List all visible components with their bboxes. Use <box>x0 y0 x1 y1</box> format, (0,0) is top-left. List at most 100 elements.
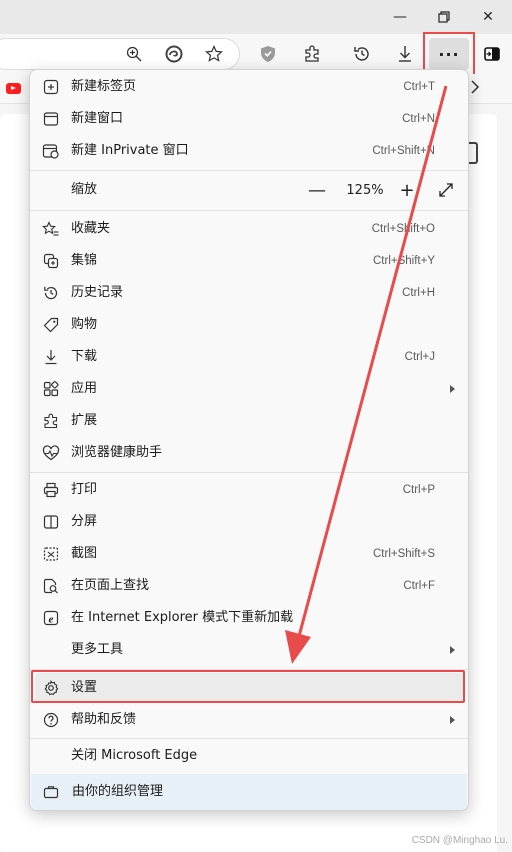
fullscreen-button[interactable] <box>435 179 457 201</box>
sidebar-icon[interactable] <box>478 40 506 68</box>
menu-item-ie-mode[interactable]: e 在 Internet Explorer 模式下重新加载 <box>35 603 465 633</box>
submenu-arrow-icon <box>450 646 455 654</box>
menu-item-favorites[interactable]: 收藏夹 Ctrl+Shift+O <box>35 214 465 244</box>
fullscreen-icon <box>439 183 453 197</box>
org-managed-label: 由你的组织管理 <box>72 784 164 799</box>
menu-item-close-edge[interactable]: 关闭 Microsoft Edge <box>35 741 465 771</box>
heart-pulse-icon <box>41 443 61 463</box>
zoom-in-button[interactable]: + <box>395 179 419 201</box>
menu-item-label: 关闭 Microsoft Edge <box>71 748 198 763</box>
chevron-right-icon[interactable] <box>470 80 480 98</box>
menu-item-shortcut: Ctrl+Shift+S <box>373 548 435 560</box>
zoom-icon[interactable] <box>120 40 148 68</box>
menu-item-shortcut: Ctrl+Shift+O <box>371 223 435 235</box>
menu-item-collections[interactable]: 集锦 Ctrl+Shift+Y <box>35 246 465 276</box>
menu-item-label: 更多工具 <box>71 642 124 657</box>
menu-item-shortcut: Ctrl+N <box>402 113 435 125</box>
menu-item-label: 购物 <box>71 317 98 332</box>
new-tab-icon <box>41 77 61 97</box>
menu-item-label: 截图 <box>71 546 98 561</box>
menu-item-print[interactable]: 打印 Ctrl+P <box>35 475 465 505</box>
menu-item-help-feedback[interactable]: 帮助和反馈 <box>35 705 465 735</box>
menu-item-label: 下载 <box>71 349 98 364</box>
close-icon: ✕ <box>482 9 494 25</box>
split-screen-icon <box>41 512 61 532</box>
menu-item-shortcut: Ctrl+J <box>404 351 435 363</box>
menu-item-downloads[interactable]: 下载 Ctrl+J <box>35 342 465 372</box>
menu-divider <box>30 210 468 211</box>
menu-item-label: 应用 <box>71 381 98 396</box>
download-icon[interactable] <box>391 40 419 68</box>
menu-item-shortcut: Ctrl+H <box>402 287 435 299</box>
screenshot-icon <box>41 544 61 564</box>
menu-item-label: 收藏夹 <box>71 221 111 236</box>
menu-item-label: 浏览器健康助手 <box>71 445 163 460</box>
apps-icon <box>41 379 61 399</box>
printer-icon <box>41 480 61 500</box>
menu-item-label: 在页面上查找 <box>71 578 150 593</box>
menu-item-find-on-page[interactable]: 在页面上查找 Ctrl+F <box>35 571 465 601</box>
extensions-icon[interactable] <box>298 40 326 68</box>
menu-item-screenshot[interactable]: 截图 Ctrl+Shift+S <box>35 539 465 569</box>
menu-item-new-tab[interactable]: 新建标签页 Ctrl+T <box>35 72 465 102</box>
menu-item-shortcut: Ctrl+T <box>403 81 435 93</box>
menu-item-label: 集锦 <box>71 253 98 268</box>
menu-divider <box>30 170 468 171</box>
watermark: CSDN @Minghao Lu. <box>411 835 508 846</box>
menu-divider <box>30 472 468 473</box>
menu-item-label: 新建 InPrivate 窗口 <box>71 143 189 158</box>
favorites-icon <box>41 219 61 239</box>
menu-item-label: 历史记录 <box>71 285 124 300</box>
menu-item-shortcut: Ctrl+F <box>403 580 435 592</box>
edge-copilot-icon[interactable] <box>160 40 188 68</box>
menu-item-more-tools[interactable]: 更多工具 <box>35 635 465 665</box>
minimize-icon: — <box>393 9 407 25</box>
menu-item-shortcut: Ctrl+P <box>402 484 435 496</box>
managed-by-organization[interactable]: 由你的组织管理 <box>31 774 467 810</box>
menu-item-apps[interactable]: 应用 <box>35 374 465 404</box>
menu-item-label: 帮助和反馈 <box>71 712 137 727</box>
help-icon <box>41 710 61 730</box>
menu-item-extensions[interactable]: 扩展 <box>35 406 465 436</box>
download-icon <box>41 347 61 367</box>
star-favorite-icon[interactable] <box>200 40 228 68</box>
find-on-page-icon <box>41 576 61 596</box>
menu-item-shopping[interactable]: 购物 <box>35 310 465 340</box>
zoom-level: 125% <box>346 182 384 198</box>
menu-item-label: 新建标签页 <box>71 79 137 94</box>
history-icon <box>41 283 61 303</box>
menu-item-label: 缩放 <box>71 182 98 197</box>
submenu-arrow-icon <box>450 385 455 393</box>
history-icon[interactable] <box>348 40 376 68</box>
briefcase-icon <box>41 782 61 802</box>
restore-icon <box>438 11 450 23</box>
menu-item-label: 新建窗口 <box>71 111 124 126</box>
submenu-arrow-icon <box>450 716 455 724</box>
zoom-out-button[interactable]: — <box>305 179 329 201</box>
menu-item-browser-essentials[interactable]: 浏览器健康助手 <box>35 438 465 468</box>
shopping-tag-icon <box>41 315 61 335</box>
youtube-icon[interactable] <box>6 83 21 94</box>
menu-item-history[interactable]: 历史记录 Ctrl+H <box>35 278 465 308</box>
menu-item-new-inprivate-window[interactable]: 新建 InPrivate 窗口 Ctrl+Shift+N <box>35 136 465 166</box>
menu-item-shortcut: Ctrl+Shift+Y <box>373 255 435 267</box>
new-window-icon <box>41 109 61 129</box>
menu-item-label: 打印 <box>71 482 98 497</box>
svg-text:e: e <box>49 613 54 625</box>
ie-mode-icon: e <box>41 608 61 628</box>
menu-divider <box>30 738 468 739</box>
settings-annotation-box <box>31 670 465 703</box>
extensions-icon <box>41 411 61 431</box>
restore-button[interactable] <box>422 0 466 34</box>
menu-item-label: 在 Internet Explorer 模式下重新加载 <box>71 610 294 625</box>
inprivate-icon <box>41 141 61 161</box>
menu-item-label: 分屏 <box>71 514 98 529</box>
menu-item-new-window[interactable]: 新建窗口 Ctrl+N <box>35 104 465 134</box>
shield-icon[interactable] <box>254 40 282 68</box>
minimize-button[interactable]: — <box>378 0 422 34</box>
close-window-button[interactable]: ✕ <box>466 0 510 34</box>
title-bar: — ✕ <box>0 0 512 34</box>
menu-item-zoom: 缩放 — 125% + <box>35 175 465 205</box>
menu-item-split-screen[interactable]: 分屏 <box>35 507 465 537</box>
menu-item-shortcut: Ctrl+Shift+N <box>372 145 435 157</box>
